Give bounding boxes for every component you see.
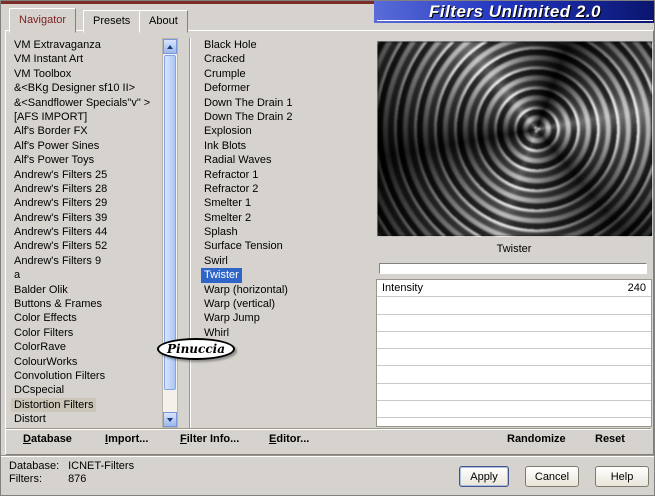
list-item[interactable]: Deformer bbox=[201, 81, 253, 95]
app-title: Filters Unlimited 2.0 bbox=[428, 2, 602, 21]
list-item[interactable]: Alf's Border FX bbox=[11, 124, 91, 138]
filter-info-button[interactable]: Filter Info... bbox=[180, 432, 239, 447]
param-row-intensity[interactable]: Intensity 240 bbox=[377, 280, 651, 298]
editor-button[interactable]: Editor... bbox=[269, 432, 309, 447]
list-item[interactable]: Refractor 2 bbox=[201, 182, 261, 196]
list-item[interactable]: Andrew's Filters 44 bbox=[11, 225, 110, 239]
list-item[interactable]: Andrew's Filters 29 bbox=[11, 196, 110, 210]
reset-button[interactable]: Reset bbox=[595, 432, 625, 447]
apply-button[interactable]: Apply bbox=[459, 466, 509, 487]
list-item[interactable]: Andrew's Filters 39 bbox=[11, 211, 110, 225]
watermark-badge: Pinuccia bbox=[157, 338, 235, 360]
app-banner: Filters Unlimited 2.0 bbox=[374, 1, 654, 23]
list-item[interactable]: Smelter 1 bbox=[201, 196, 254, 210]
param-label: Intensity bbox=[382, 282, 423, 295]
list-item[interactable]: Warp Jump bbox=[201, 311, 263, 325]
param-row-empty bbox=[377, 401, 651, 419]
list-item[interactable]: Cracked bbox=[201, 52, 248, 66]
param-row-empty bbox=[377, 366, 651, 384]
list-item[interactable]: DCspecial bbox=[11, 383, 67, 397]
list-item[interactable]: Alf's Power Sines bbox=[11, 139, 102, 153]
list-item[interactable]: Color Effects bbox=[11, 311, 80, 325]
scrollbar-down-icon[interactable] bbox=[163, 412, 177, 427]
status-filters: Filters: 876 bbox=[9, 473, 86, 485]
list-item[interactable]: Alf's Power Toys bbox=[11, 153, 97, 167]
list-item[interactable]: ColourWorks bbox=[11, 355, 80, 369]
list-item[interactable]: Splash bbox=[201, 225, 241, 239]
list-item[interactable]: Andrew's Filters 52 bbox=[11, 239, 110, 253]
tab-navigator[interactable]: Navigator bbox=[9, 8, 77, 33]
status-filters-label: Filters: bbox=[9, 473, 42, 485]
randomize-button[interactable]: Randomize bbox=[507, 432, 566, 447]
list-item[interactable]: a bbox=[11, 268, 23, 282]
list-item[interactable]: VM Toolbox bbox=[11, 67, 74, 81]
list-item[interactable]: Crumple bbox=[201, 67, 249, 81]
cancel-button[interactable]: Cancel bbox=[525, 466, 579, 487]
param-row-empty bbox=[377, 349, 651, 367]
tab-presets[interactable]: Presets bbox=[83, 10, 141, 33]
list-item[interactable]: Surface Tension bbox=[201, 239, 286, 253]
list-divider bbox=[189, 38, 191, 428]
list-item[interactable]: Convolution Filters bbox=[11, 369, 108, 383]
category-list: VM Extravaganza VM Instant Art VM Toolbox &… bbox=[11, 38, 159, 428]
list-item[interactable]: Ink Blots bbox=[201, 139, 249, 153]
list-item[interactable]: Black Hole bbox=[201, 38, 260, 52]
filter-list: Black Hole Cracked Crumple Deformer Down The… bbox=[201, 38, 369, 428]
list-item[interactable]: Warp (vertical) bbox=[201, 297, 278, 311]
param-row-empty bbox=[377, 315, 651, 332]
list-item[interactable]: Buttons & Frames bbox=[11, 297, 105, 311]
list-item[interactable]: Down The Drain 2 bbox=[201, 110, 295, 124]
list-item[interactable]: Twister bbox=[201, 268, 242, 283]
param-row-empty bbox=[377, 297, 651, 315]
preview-caption: Twister bbox=[496, 243, 532, 255]
database-button[interactable]: Database bbox=[23, 432, 72, 447]
list-item[interactable]: ColorRave bbox=[11, 340, 69, 354]
list-item[interactable]: Balder Olik bbox=[11, 283, 71, 297]
list-item[interactable]: Smelter 2 bbox=[201, 211, 254, 225]
param-rows: Intensity 240 bbox=[376, 279, 652, 427]
status-database-value: ICNET-Filters bbox=[68, 460, 135, 472]
scrollbar-up-icon[interactable] bbox=[163, 39, 177, 54]
param-value: 240 bbox=[627, 282, 646, 295]
preview-image bbox=[378, 42, 652, 236]
status-database-label: Database: bbox=[9, 460, 60, 472]
preview-pane bbox=[377, 41, 653, 237]
tab-about[interactable]: About bbox=[139, 10, 188, 33]
toolbar-separator bbox=[6, 428, 651, 430]
status-separator bbox=[1, 455, 654, 457]
help-button[interactable]: Help bbox=[595, 466, 649, 487]
list-item[interactable]: VM Instant Art bbox=[11, 52, 86, 66]
list-item[interactable]: Distort bbox=[11, 412, 49, 426]
status-filters-value: 876 bbox=[68, 473, 87, 485]
list-item[interactable]: Explosion bbox=[201, 124, 255, 138]
list-item[interactable]: Andrew's Filters 9 bbox=[11, 254, 104, 268]
list-item[interactable]: Radial Waves bbox=[201, 153, 274, 167]
list-item[interactable]: Refractor 1 bbox=[201, 168, 261, 182]
preview-progress-bar bbox=[379, 263, 647, 274]
status-database: Database: ICNET-Filters bbox=[9, 460, 134, 472]
list-item[interactable]: VM Extravaganza bbox=[11, 38, 104, 52]
list-item[interactable]: Color Filters bbox=[11, 326, 76, 340]
list-item[interactable]: &<Sandflower Specials"v" > bbox=[11, 96, 153, 110]
list-item[interactable]: [AFS IMPORT] bbox=[11, 110, 90, 124]
list-item[interactable]: Andrew's Filters 28 bbox=[11, 182, 110, 196]
list-item[interactable]: &<BKg Designer sf10 II> bbox=[11, 81, 138, 95]
list-item[interactable]: Swirl bbox=[201, 254, 231, 268]
import-button[interactable]: Import... bbox=[105, 432, 148, 447]
filters-unlimited-window: Filters Unlimited 2.0 Navigator Presets … bbox=[0, 0, 655, 496]
category-scrollbar[interactable] bbox=[162, 38, 178, 428]
list-item[interactable]: Down The Drain 1 bbox=[201, 96, 295, 110]
list-item[interactable]: Andrew's Filters 25 bbox=[11, 168, 110, 182]
list-item[interactable]: Distortion Filters bbox=[11, 397, 97, 413]
list-item[interactable]: Warp (horizontal) bbox=[201, 283, 291, 297]
param-row-empty bbox=[377, 332, 651, 350]
param-row-empty bbox=[377, 384, 651, 402]
